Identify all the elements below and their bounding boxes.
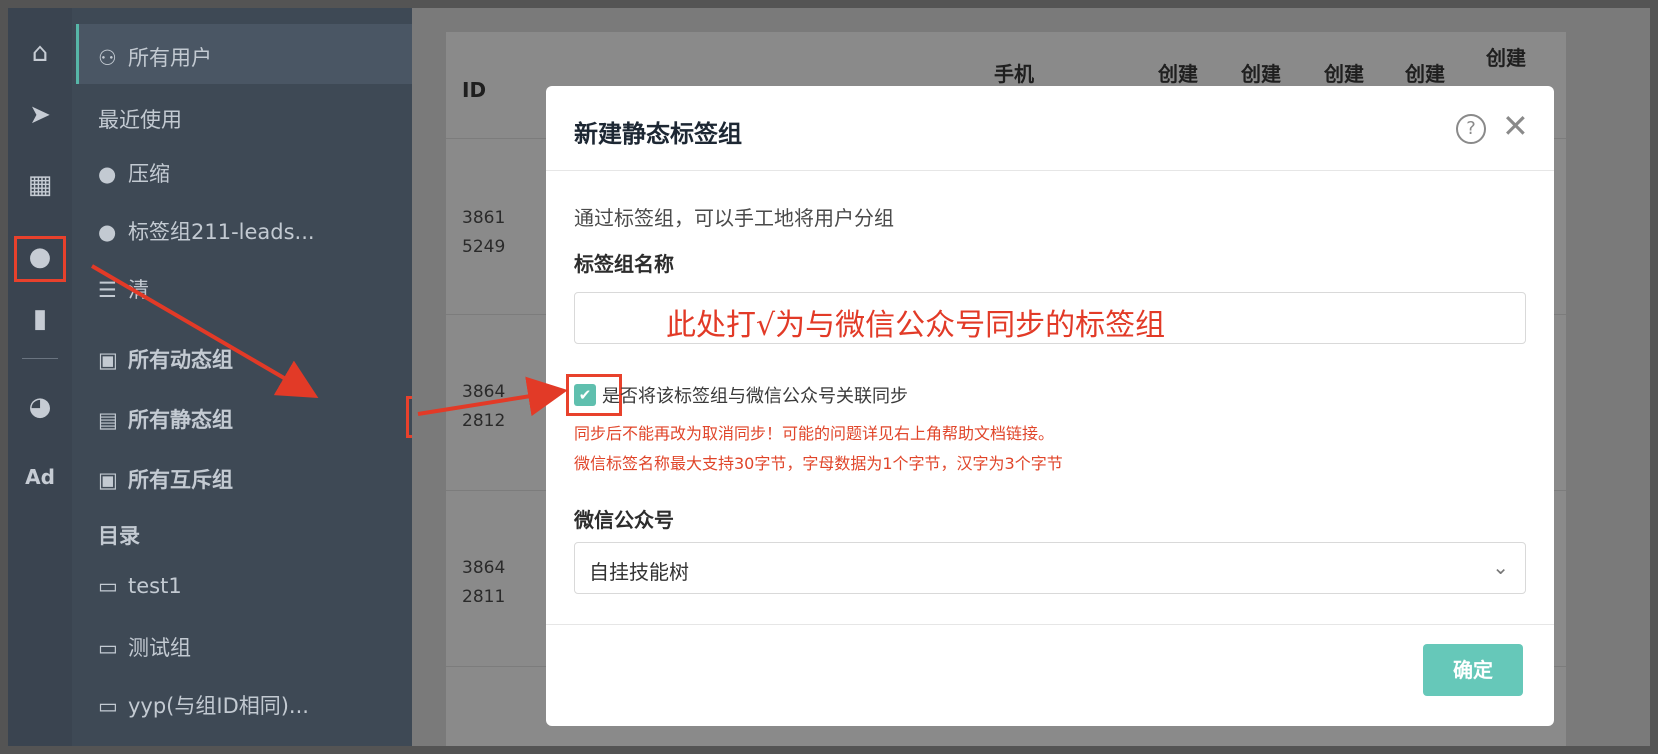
sidebar-all-users-label: 所有用户 bbox=[128, 46, 212, 70]
dialog-title: 新建静态标签组 bbox=[574, 120, 742, 148]
tag-group-name-label: 标签组名称 bbox=[574, 252, 674, 276]
table-header: 创建 bbox=[1241, 62, 1281, 86]
wechat-account-select[interactable]: 自挂技能树 ⌄ bbox=[574, 542, 1526, 594]
send-icon[interactable]: ➤ bbox=[8, 98, 72, 132]
sidebar-item-all-mutex[interactable]: ▣ 所有互斥组 bbox=[98, 464, 233, 494]
folder-item-label: test1 bbox=[128, 574, 182, 598]
annotation-text: 此处打√为与微信公众号同步的标签组 bbox=[666, 308, 1166, 343]
recent-header: 最近使用 bbox=[98, 108, 182, 132]
dialog-footer-divider bbox=[546, 624, 1554, 625]
rail-divider bbox=[22, 358, 58, 359]
folder-item-label: yyp(与组ID相同)... bbox=[128, 694, 309, 718]
recent-item-label: 压缩 bbox=[128, 162, 170, 186]
table-cell-id[interactable]: 3861 5249 bbox=[462, 204, 505, 262]
close-icon[interactable]: ✕ bbox=[1502, 108, 1529, 144]
help-icon[interactable]: ? bbox=[1456, 114, 1486, 144]
mutex-group-icon: ▣ bbox=[98, 468, 118, 492]
folder-icon: ▭ bbox=[98, 694, 118, 718]
dialog-header: 新建静态标签组 ? ✕ bbox=[546, 86, 1554, 171]
users-icon: ⚇ bbox=[98, 46, 117, 70]
sidebar-all-users-row[interactable]: ⚇ 所有用户 bbox=[98, 42, 212, 72]
table-header: 创建 bbox=[1486, 46, 1526, 70]
sidebar-all-static-label: 所有静态组 bbox=[128, 408, 233, 432]
folder-icon: ▭ bbox=[98, 636, 118, 660]
sync-wechat-checkbox-label[interactable]: 是否将该标签组与微信公众号关联同步 bbox=[602, 382, 908, 408]
bar-chart-icon[interactable]: ▮ bbox=[8, 302, 72, 336]
folder-item-label: 测试组 bbox=[128, 636, 191, 660]
static-group-icon: ▤ bbox=[98, 408, 118, 432]
folder-icon: ▭ bbox=[98, 574, 118, 598]
table-cell-id[interactable]: 3864 2811 bbox=[462, 554, 505, 612]
sync-warning-text: 同步后不能再改为取消同步！可能的问题详见右上角帮助文档链接。 bbox=[574, 424, 1055, 443]
home-icon[interactable]: ⌂ bbox=[8, 36, 72, 70]
wechat-account-label: 微信公众号 bbox=[574, 508, 674, 532]
recent-item-label: 标签组211-leads... bbox=[128, 220, 315, 244]
new-static-tag-group-dialog: 新建静态标签组 ? ✕ 通过标签组，可以手工地将用户分组 标签组名称 此处打√为… bbox=[546, 86, 1554, 726]
icon-rail: ⌂ ➤ ▦ ● ▮ ◕ Ad bbox=[8, 8, 72, 746]
recent-item-label: 清 bbox=[128, 278, 149, 302]
recent-item[interactable]: ● 标签组211-leads... bbox=[98, 216, 315, 246]
account-icon: ● bbox=[98, 220, 117, 244]
account-icon: ● bbox=[98, 162, 117, 186]
chevron-down-icon: ⌄ bbox=[1492, 555, 1509, 579]
table-header: ID bbox=[462, 78, 487, 102]
table-header: 创建 bbox=[1158, 62, 1198, 86]
user-icon-highlight-box bbox=[14, 236, 66, 282]
sidebar-item-all-dynamic[interactable]: ▣ 所有动态组 bbox=[98, 344, 233, 374]
sidebar: ⚇ 所有用户 最近使用 ● 压缩 ● 标签组211-leads... ☰ 清 ▣ 所有动态… bbox=[72, 8, 468, 746]
sidebar-all-dynamic-label: 所有动态组 bbox=[128, 348, 233, 372]
list-icon: ☰ bbox=[98, 278, 117, 302]
table-header: 创建 bbox=[1324, 62, 1364, 86]
ad-icon[interactable]: Ad bbox=[8, 460, 72, 494]
confirm-button[interactable]: 确定 bbox=[1423, 644, 1523, 696]
recent-item[interactable]: ☰ 清 bbox=[98, 274, 149, 304]
wechat-account-selected-value: 自挂技能树 bbox=[589, 560, 689, 584]
recent-item[interactable]: ● 压缩 bbox=[98, 158, 170, 188]
screenshot-frame: ⌂ ➤ ▦ ● ▮ ◕ Ad ⚇ 所有用户 最近使用 ● 压缩 ● 标签组211-le… bbox=[0, 0, 1658, 754]
dynamic-group-icon: ▣ bbox=[98, 348, 118, 372]
name-length-warning-text: 微信标签名称最大支持30字节，字母数据为1个字节，汉字为3个字节 bbox=[574, 454, 1063, 473]
table-header: 创建 bbox=[1405, 62, 1445, 86]
folder-item[interactable]: ▭ test1 bbox=[98, 574, 182, 598]
table-header: 手机 bbox=[994, 62, 1034, 86]
table-cell-id[interactable]: 3864 2812 bbox=[462, 378, 505, 436]
wechat-icon[interactable]: ◕ bbox=[8, 390, 72, 424]
folder-item[interactable]: ▭ yyp(与组ID相同)... bbox=[98, 690, 309, 720]
sidebar-item-all-static[interactable]: ▤ 所有静态组 bbox=[98, 404, 233, 434]
catalog-header: 目录 bbox=[98, 524, 140, 548]
sidebar-all-mutex-label: 所有互斥组 bbox=[128, 468, 233, 492]
layout-icon[interactable]: ▦ bbox=[8, 168, 72, 202]
dialog-description: 通过标签组，可以手工地将用户分组 bbox=[574, 206, 894, 230]
folder-item[interactable]: ▭ 测试组 bbox=[98, 632, 191, 662]
